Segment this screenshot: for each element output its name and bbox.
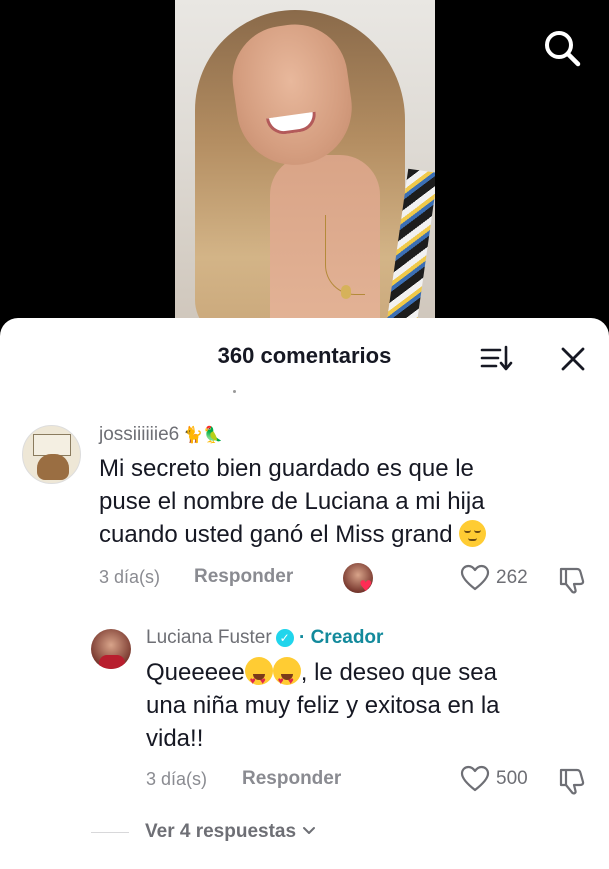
reply-username[interactable]: Luciana Fuster ✓ · Creador: [146, 627, 383, 649]
heart-icon: ♥: [359, 577, 373, 595]
avatar[interactable]: [22, 425, 81, 484]
comment-line: puse el nombre de Luciana a mi hija: [99, 488, 485, 515]
heart-eyes-emoji: ♥ ♥: [272, 657, 301, 687]
comments-title: 360 comentarios: [217, 343, 392, 368]
dislike-button[interactable]: [557, 565, 587, 600]
comment-username[interactable]: jossiiiiiie6 🐈🦜: [99, 424, 223, 446]
video-frame: [175, 0, 435, 330]
comment-line: Queeeee ♥ ♥ ♥ ♥, le deseo que sea: [146, 656, 586, 689]
relieved-face-emoji: [459, 520, 487, 547]
comment-line-text: cuando usted ganó el Miss grand: [99, 521, 453, 548]
comment-line: Mi secreto bien guardado es que le: [99, 455, 474, 482]
close-icon: [561, 347, 585, 371]
thumbs-down-icon: [559, 768, 585, 795]
heart-outline-icon: [460, 765, 490, 792]
replies-divider: [91, 832, 129, 833]
comment-line: vida!!: [146, 725, 204, 752]
creator-avatar[interactable]: [91, 629, 131, 669]
creator-liked-badge: ♥: [343, 563, 373, 595]
view-more-replies-button[interactable]: Ver 4 respuestas: [145, 821, 316, 843]
avatar-sign: [33, 434, 71, 456]
avatar-clothing: [99, 655, 125, 669]
verified-badge-icon: ✓: [275, 629, 294, 647]
like-button[interactable]: 500: [460, 765, 528, 793]
sort-icon: [480, 345, 513, 371]
dislike-button[interactable]: [557, 766, 587, 801]
comment-line: una niña muy feliz y exitosa en la: [146, 692, 500, 719]
view-more-label: Ver 4 respuestas: [145, 821, 297, 842]
username-text: jossiiiiiie6: [99, 424, 180, 445]
comment-text: Mi secreto bien guardado es que le puse …: [99, 452, 579, 551]
comment-line-text: , le deseo que sea: [300, 659, 497, 686]
reply-button[interactable]: Responder: [194, 566, 293, 588]
like-button[interactable]: 262: [460, 564, 528, 592]
comment-line: cuando usted ganó el Miss grand: [99, 518, 579, 551]
divider-dot: [233, 390, 236, 393]
username-emoji: 🐈🦜: [183, 425, 224, 444]
sort-button[interactable]: [480, 344, 514, 372]
chevron-down-icon: [303, 827, 316, 834]
username-text: Luciana Fuster: [146, 627, 272, 648]
reply-text: Queeeee ♥ ♥ ♥ ♥, le deseo que sea una niña m…: [146, 656, 586, 755]
reply-time: 3 día(s): [146, 769, 208, 789]
comment-time: 3 día(s): [99, 567, 161, 587]
video-figure-necklace: [325, 215, 365, 295]
thumbs-down-icon: [559, 567, 585, 594]
avatar-animal: [37, 454, 69, 480]
search-button[interactable]: [540, 26, 584, 70]
video-player[interactable]: [0, 0, 609, 330]
heart-eyes-emoji: ♥ ♥: [244, 657, 273, 687]
like-count: 262: [496, 567, 528, 588]
like-count: 500: [496, 768, 528, 789]
close-button[interactable]: [560, 346, 586, 372]
search-icon: [545, 31, 581, 67]
reply-button[interactable]: Responder: [242, 768, 341, 790]
video-figure-pendant: [341, 285, 351, 299]
creator-label: · Creador: [298, 627, 384, 648]
heart-outline-icon: [460, 564, 490, 591]
comment-line-text: Queeeee: [146, 659, 245, 686]
